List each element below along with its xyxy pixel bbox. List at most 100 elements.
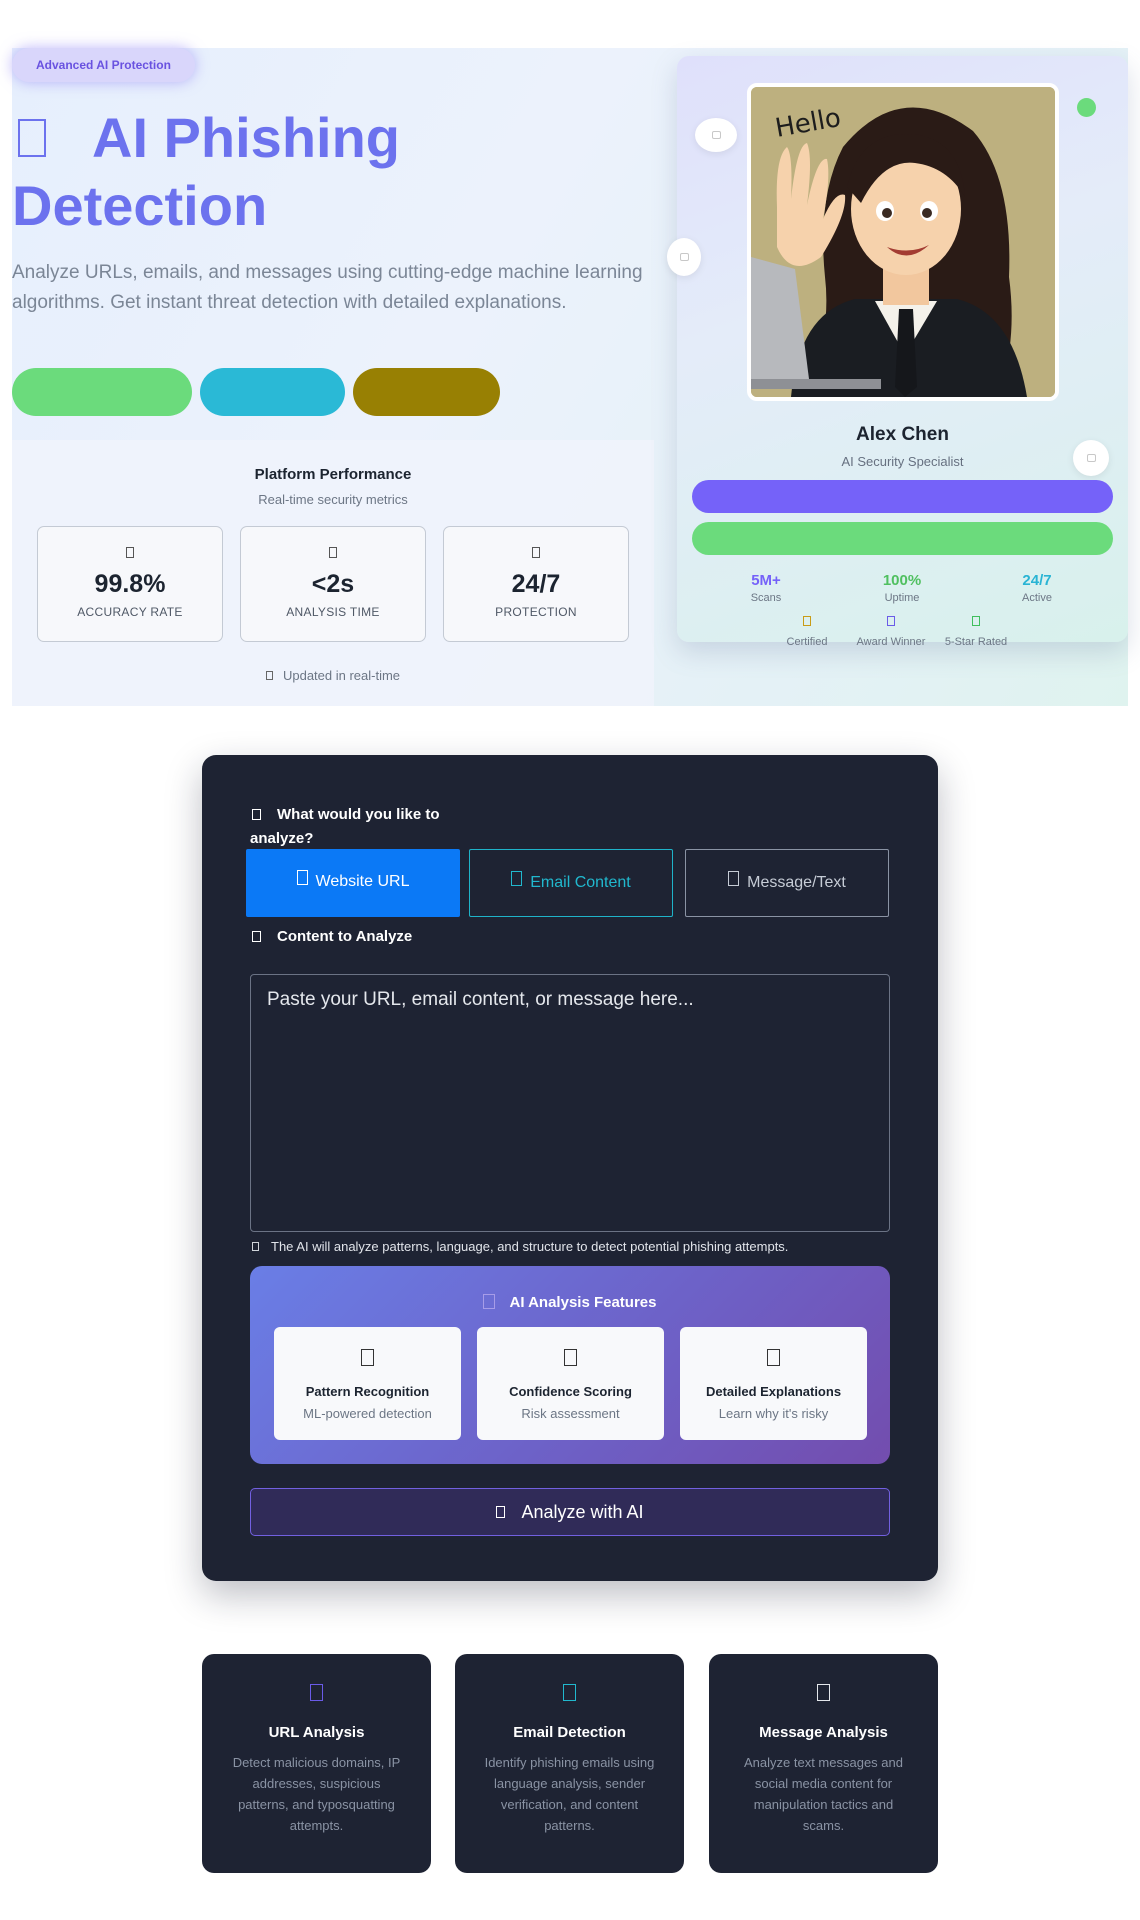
stat-label: ANALYSIS TIME	[286, 605, 380, 619]
features-title-text: AI Analysis Features	[509, 1294, 657, 1311]
ai-features-panel: AI Analysis Features Pattern Recognition…	[250, 1266, 890, 1464]
profile-stat-uptime: 100% Uptime	[842, 572, 962, 604]
profile-stat-label: Scans	[750, 592, 782, 604]
magic-icon	[496, 1506, 506, 1518]
floating-badge-1	[695, 118, 737, 152]
link-icon	[310, 1684, 323, 1701]
type-message-text-button[interactable]: Message/Text	[685, 849, 889, 917]
robot-icon	[483, 1294, 496, 1309]
shield-icon	[532, 547, 540, 558]
hero-pill-button-3[interactable]	[353, 368, 500, 416]
stat-value: <2s	[311, 570, 355, 598]
envelope-icon	[563, 1684, 576, 1701]
info-card-title: Email Detection	[513, 1724, 626, 1741]
profile-stat-scans: 5M+ Scans	[706, 572, 826, 604]
platform-performance-panel: Platform Performance Real-time security …	[12, 440, 654, 706]
profile-action-button-2[interactable]	[692, 522, 1113, 555]
analyze-with-ai-button[interactable]: Analyze with AI	[250, 1488, 890, 1536]
info-card-url-analysis: URL Analysis Detect malicious domains, I…	[202, 1654, 431, 1873]
key-icon	[680, 253, 689, 261]
stat-card-accuracy: 99.8% ACCURACY RATE	[37, 526, 223, 642]
shield-icon	[18, 119, 46, 158]
content-textarea[interactable]	[250, 974, 890, 1232]
award-icon	[887, 616, 895, 626]
brain-icon	[361, 1349, 374, 1366]
stat-value: 99.8%	[94, 570, 166, 598]
stat-card-protection: 24/7 PROTECTION	[443, 526, 629, 642]
stat-value: 24/7	[511, 570, 561, 598]
clock-icon	[265, 671, 273, 680]
realtime-note-text: Updated in real-time	[282, 668, 401, 683]
online-status-dot	[1077, 98, 1096, 117]
lightbulb-icon	[767, 1349, 780, 1366]
message-icon	[728, 871, 740, 886]
type-question: What would you like to analyze?	[250, 803, 490, 851]
analysis-hint-text: The AI will analyze patterns, language, …	[271, 1239, 789, 1254]
gauge-icon	[564, 1349, 577, 1366]
floating-badge-2	[667, 238, 701, 276]
info-card-description: Analyze text messages and social media c…	[744, 1755, 903, 1833]
content-label: Content to Analyze	[250, 925, 490, 949]
feature-pattern-recognition: Pattern Recognition ML-powered detection	[274, 1327, 461, 1440]
hero-pill-button-1[interactable]	[12, 368, 192, 416]
type-email-content-button[interactable]: Email Content	[469, 849, 673, 917]
analysis-form-card: What would you like to analyze? Website …	[202, 755, 938, 1581]
globe-icon	[296, 870, 308, 885]
stat-label: PROTECTION	[495, 605, 577, 619]
avatar: Hello	[747, 83, 1059, 401]
feature-subtitle: Learn why it's risky	[718, 1406, 829, 1421]
analysis-hint: The AI will analyze patterns, language, …	[250, 1239, 788, 1254]
avatar-illustration: Hello	[751, 87, 1055, 397]
profile-card: Hello Alex Chen AI Security Specialist 5…	[667, 56, 1128, 642]
lock-icon	[712, 131, 721, 139]
stat-label: ACCURACY RATE	[77, 605, 183, 619]
hero-title-text: AI Phishing Detection	[12, 106, 400, 237]
profile-stat-active: 24/7 Active	[977, 572, 1097, 604]
profile-stat-value: 24/7	[1022, 572, 1052, 589]
profile-action-button-1[interactable]	[692, 480, 1113, 513]
message-icon	[817, 1684, 830, 1701]
type-button-label: Website URL	[315, 873, 410, 890]
type-button-label: Message/Text	[747, 874, 846, 891]
performance-subtitle: Real-time security metrics	[258, 492, 408, 507]
document-icon	[252, 931, 261, 942]
hero-badge: Advanced AI Protection	[12, 48, 195, 82]
profile-role: AI Security Specialist	[841, 454, 964, 469]
type-question-text: What would you like to analyze?	[250, 806, 440, 847]
feature-detailed-explanations: Detailed Explanations Learn why it's ris…	[680, 1327, 867, 1440]
bolt-icon	[329, 547, 337, 558]
profile-stat-label: Uptime	[884, 592, 920, 604]
profile-stat-value: 5M+	[751, 572, 781, 589]
profile-name: Alex Chen	[856, 424, 949, 445]
trust-badge-certified: Certified	[762, 616, 852, 648]
info-icon	[252, 1242, 259, 1251]
search-icon	[252, 809, 261, 820]
info-card-title: URL Analysis	[268, 1724, 365, 1741]
feature-title: Confidence Scoring	[509, 1384, 632, 1399]
envelope-icon	[511, 871, 523, 886]
info-card-email-detection: Email Detection Identify phishing emails…	[455, 1654, 684, 1873]
trust-label: 5-Star Rated	[944, 636, 1008, 648]
trust-badge-award: Award Winner	[846, 616, 936, 648]
stat-card-analysis-time: <2s ANALYSIS TIME	[240, 526, 426, 642]
feature-subtitle: Risk assessment	[521, 1406, 620, 1421]
trust-label: Award Winner	[856, 636, 926, 648]
hero-pill-button-2[interactable]	[200, 368, 345, 416]
profile-stat-value: 100%	[882, 572, 922, 589]
feature-subtitle: ML-powered detection	[303, 1406, 432, 1421]
info-card-description: Detect malicious domains, IP addresses, …	[232, 1755, 401, 1833]
feature-title: Pattern Recognition	[305, 1384, 430, 1399]
features-title: AI Analysis Features	[250, 1294, 890, 1311]
info-card-message-analysis: Message Analysis Analyze text messages a…	[709, 1654, 938, 1873]
profile-stat-label: Active	[1022, 592, 1052, 604]
content-label-text: Content to Analyze	[277, 928, 413, 945]
realtime-note: Updated in real-time	[12, 668, 654, 683]
hero-section: Advanced AI Protection AI Phishing Detec…	[12, 48, 1128, 706]
certificate-icon	[803, 616, 811, 626]
feature-confidence-scoring: Confidence Scoring Risk assessment	[477, 1327, 664, 1440]
info-card-description: Identify phishing emails using language …	[484, 1755, 655, 1833]
type-website-url-button[interactable]: Website URL	[246, 849, 460, 917]
star-icon	[972, 616, 980, 626]
hero-title: AI Phishing Detection	[12, 104, 532, 240]
hero-description: Analyze URLs, emails, and messages using…	[12, 262, 643, 313]
